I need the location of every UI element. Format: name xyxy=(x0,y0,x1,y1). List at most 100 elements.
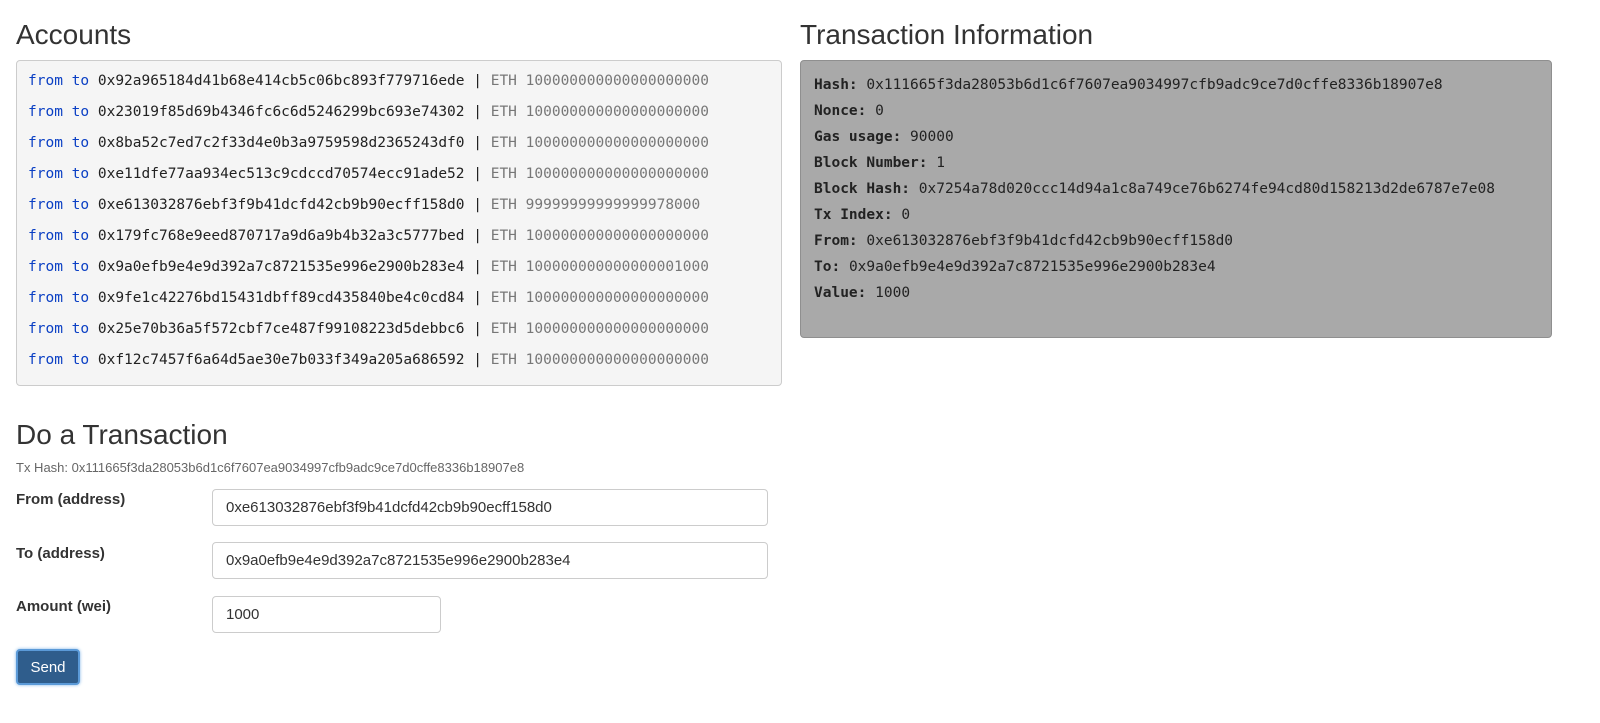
account-row: from to 0x25e70b36a5f572cbf7ce487f991082… xyxy=(28,319,770,350)
separator: | xyxy=(473,228,482,244)
currency-label: ETH xyxy=(490,104,517,120)
account-address: 0x23019f85d69b4346fc6c6d5246299bc693e743… xyxy=(97,104,465,120)
to-link[interactable]: to xyxy=(72,321,89,337)
to-link[interactable]: to xyxy=(72,166,89,182)
currency-label: ETH xyxy=(490,135,517,151)
tx-info-label: Block Number: xyxy=(814,155,928,171)
account-row: from to 0x23019f85d69b4346fc6c6d5246299b… xyxy=(28,102,770,133)
tx-info-row: Gas usage: 90000 xyxy=(814,127,1538,153)
currency-label: ETH xyxy=(490,228,517,244)
tx-info-row: Hash: 0x111665f3da28053b6d1c6f7607ea9034… xyxy=(814,75,1538,101)
to-link[interactable]: to xyxy=(72,352,89,368)
account-address: 0x25e70b36a5f572cbf7ce487f99108223d5debb… xyxy=(97,321,465,337)
currency-label: ETH xyxy=(490,73,517,89)
account-balance: 100000000000000000000 xyxy=(525,352,709,368)
account-address: 0x179fc768e9eed870717a9d6a9b4b32a3c5777b… xyxy=(97,228,465,244)
tx-info-row: From: 0xe613032876ebf3f9b41dcfd42cb9b90e… xyxy=(814,231,1538,257)
tx-info-value: 0 xyxy=(875,103,884,119)
account-address: 0xe613032876ebf3f9b41dcfd42cb9b90ecff158… xyxy=(97,197,465,213)
from-link[interactable]: from xyxy=(28,290,63,306)
account-address: 0xf12c7457f6a64d5ae30e7b033f349a205a6865… xyxy=(97,352,465,368)
account-row: from to 0xf12c7457f6a64d5ae30e7b033f349a… xyxy=(28,350,770,381)
separator: | xyxy=(473,290,482,306)
from-link[interactable]: from xyxy=(28,321,63,337)
account-balance: 100000000000000000000 xyxy=(525,290,709,306)
tx-info-label: Tx Index: xyxy=(814,207,893,223)
separator: | xyxy=(473,73,482,89)
tx-info-value: 0x9a0efb9e4e9d392a7c8721535e996e2900b283… xyxy=(848,259,1216,275)
account-balance: 100000000000000000000 xyxy=(525,104,709,120)
transaction-info-heading: Transaction Information xyxy=(800,19,1094,50)
currency-label: ETH xyxy=(490,166,517,182)
from-link[interactable]: from xyxy=(28,73,63,89)
accounts-heading: Accounts xyxy=(16,19,132,50)
account-row: from to 0xe11dfe77aa934ec513c9cdccd70574… xyxy=(28,164,770,195)
account-row: from to 0x92a965184d41b68e414cb5c06bc893… xyxy=(28,71,770,102)
tx-info-row: Value: 1000 xyxy=(814,283,1538,309)
to-link[interactable]: to xyxy=(72,228,89,244)
tx-info-value: 0x7254a78d020ccc14d94a1c8a749ce76b6274fe… xyxy=(918,181,1495,197)
currency-label: ETH xyxy=(490,290,517,306)
from-link[interactable]: from xyxy=(28,259,63,275)
currency-label: ETH xyxy=(490,321,517,337)
account-row: from to 0x179fc768e9eed870717a9d6a9b4b32… xyxy=(28,226,770,257)
from-address-label: From (address) xyxy=(16,491,126,508)
amount-input[interactable] xyxy=(212,596,441,633)
account-balance: 99999999999999978000 xyxy=(525,197,701,213)
from-address-input[interactable] xyxy=(212,489,768,526)
from-link[interactable]: from xyxy=(28,104,63,120)
separator: | xyxy=(473,166,482,182)
account-address: 0xe11dfe77aa934ec513c9cdccd70574ecc91ade… xyxy=(97,166,465,182)
to-address-input[interactable] xyxy=(212,542,768,579)
tx-info-row: Tx Index: 0 xyxy=(814,205,1538,231)
from-link[interactable]: from xyxy=(28,228,63,244)
currency-label: ETH xyxy=(490,259,517,275)
tx-info-row: To: 0x9a0efb9e4e9d392a7c8721535e996e2900… xyxy=(814,257,1538,283)
separator: | xyxy=(473,197,482,213)
account-balance: 100000000000000000000 xyxy=(525,228,709,244)
from-link[interactable]: from xyxy=(28,197,63,213)
account-balance: 100000000000000000000 xyxy=(525,135,709,151)
account-row: from to 0x9fe1c42276bd15431dbff89cd43584… xyxy=(28,288,770,319)
account-row: from to 0x9a0efb9e4e9d392a7c8721535e996e… xyxy=(28,257,770,288)
tx-info-value: 1000 xyxy=(875,285,911,301)
account-row: from to 0x8ba52c7ed7c2f33d4e0b3a9759598d… xyxy=(28,133,770,164)
to-link[interactable]: to xyxy=(72,135,89,151)
to-link[interactable]: to xyxy=(72,197,89,213)
to-address-label: To (address) xyxy=(16,545,105,562)
tx-hash-text: Tx Hash: 0x111665f3da28053b6d1c6f7607ea9… xyxy=(16,460,525,475)
currency-label: ETH xyxy=(490,352,517,368)
to-link[interactable]: to xyxy=(72,73,89,89)
account-balance: 100000000000000000000 xyxy=(525,321,709,337)
tx-info-row: Nonce: 0 xyxy=(814,101,1538,127)
transaction-info-panel: Hash: 0x111665f3da28053b6d1c6f7607ea9034… xyxy=(800,60,1552,338)
to-link[interactable]: to xyxy=(72,104,89,120)
separator: | xyxy=(473,321,482,337)
separator: | xyxy=(473,352,482,368)
separator: | xyxy=(473,259,482,275)
tx-info-value: 0x111665f3da28053b6d1c6f7607ea9034997cfb… xyxy=(866,77,1443,93)
from-link[interactable]: from xyxy=(28,135,63,151)
tx-info-row: Block Hash: 0x7254a78d020ccc14d94a1c8a74… xyxy=(814,179,1538,205)
tx-info-label: Gas usage: xyxy=(814,129,902,145)
tx-info-label: Hash: xyxy=(814,77,858,93)
currency-label: ETH xyxy=(490,197,517,213)
amount-label: Amount (wei) xyxy=(16,598,111,615)
separator: | xyxy=(473,135,482,151)
tx-info-label: From: xyxy=(814,233,858,249)
to-link[interactable]: to xyxy=(72,290,89,306)
from-link[interactable]: from xyxy=(28,352,63,368)
account-address: 0x8ba52c7ed7c2f33d4e0b3a9759598d2365243d… xyxy=(97,135,465,151)
account-balance: 100000000000000000000 xyxy=(525,73,709,89)
account-balance: 100000000000000001000 xyxy=(525,259,709,275)
accounts-list: from to 0x92a965184d41b68e414cb5c06bc893… xyxy=(16,60,782,386)
tx-info-value: 90000 xyxy=(910,129,954,145)
tx-info-label: To: xyxy=(814,259,841,275)
tx-info-label: Nonce: xyxy=(814,103,867,119)
account-row: from to 0xe613032876ebf3f9b41dcfd42cb9b9… xyxy=(28,195,770,226)
tx-info-value: 0xe613032876ebf3f9b41dcfd42cb9b90ecff158… xyxy=(866,233,1234,249)
to-link[interactable]: to xyxy=(72,259,89,275)
transaction-form-heading: Do a Transaction xyxy=(16,419,228,450)
send-button[interactable]: Send xyxy=(16,649,80,685)
from-link[interactable]: from xyxy=(28,166,63,182)
